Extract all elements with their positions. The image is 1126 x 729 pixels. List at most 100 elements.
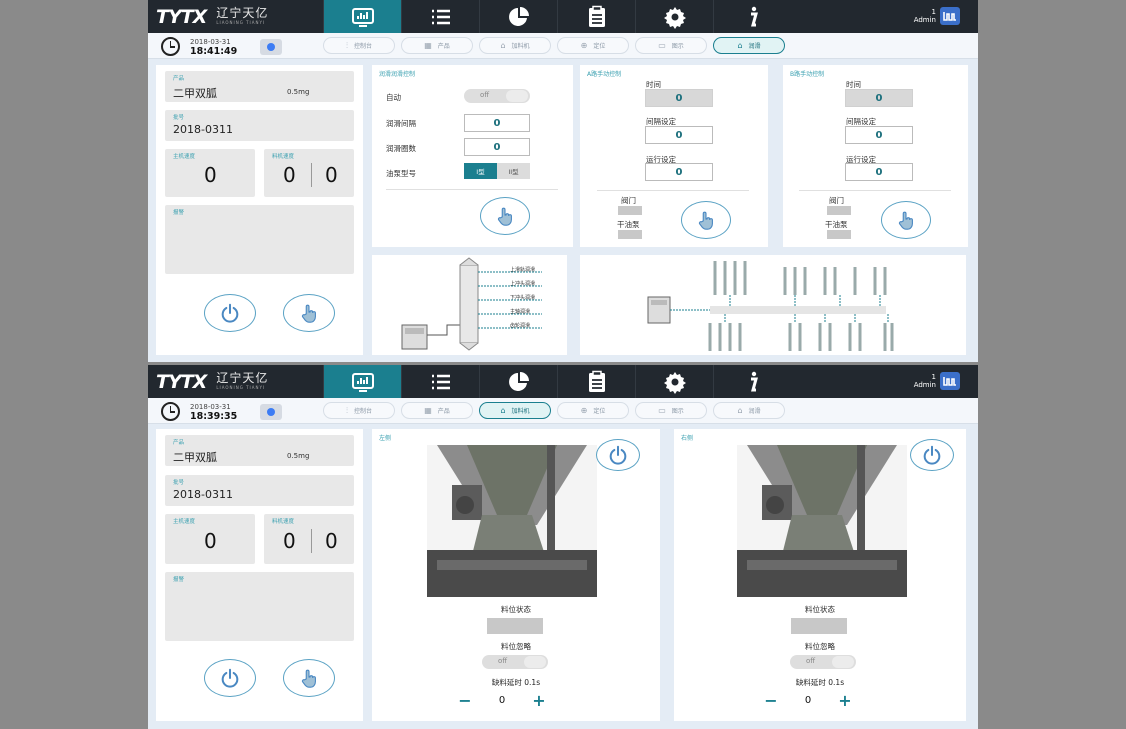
tab-console[interactable]: ⫶ 控制台	[323, 37, 395, 54]
tab-console[interactable]: ⫶ 控制台	[323, 402, 395, 419]
nav-records-button[interactable]	[557, 365, 635, 398]
batch-label: 批号	[173, 115, 185, 121]
nav-statistics-button[interactable]	[479, 0, 557, 33]
diagram-label: 上滑轨润滑	[510, 267, 536, 273]
right-feeder-panel: 右侧 料位状态 料位忽略 off 缺料延时 0.1s − 0 +	[674, 429, 966, 721]
feeder-hopper-image	[427, 445, 597, 597]
manual-a-interval-input[interactable]: 0	[645, 126, 713, 144]
left-feeder-panel: 左侧 料位状态 料位忽略 off 缺料延时 0.1s − 0 +	[372, 429, 660, 721]
gear-icon	[663, 371, 686, 394]
nav-list-button[interactable]	[401, 0, 479, 33]
left-feeder-power-button[interactable]	[596, 439, 640, 471]
power-icon	[221, 303, 239, 323]
manual-control-b-panel: B路手动控制 时间 0 间隔设定 0 运行设定 0 阀门 干油泵	[783, 65, 968, 247]
nav-dashboard-button[interactable]	[323, 365, 401, 398]
nav-info-button[interactable]	[713, 365, 791, 398]
main-speed-box: 主机速度 0	[165, 514, 255, 564]
nav-list-button[interactable]	[401, 365, 479, 398]
product-box: 产品 二甲双胍 0.5mg	[165, 71, 354, 102]
current-time: 18:41:49	[190, 46, 238, 57]
auto-toggle[interactable]: off	[464, 89, 530, 103]
manual-a-title: A路手动控制	[587, 71, 622, 78]
image-icon: ▭	[658, 406, 666, 415]
user-avatar-icon	[940, 7, 960, 25]
power-button[interactable]	[204, 294, 256, 332]
manual-b-valve-label: 阀门	[829, 196, 844, 205]
tab-diagram[interactable]: ▭ 图示	[635, 37, 707, 54]
pump-type-option-1[interactable]: I型	[464, 163, 497, 179]
tab-feeder[interactable]: ⌂ 加料机	[479, 37, 551, 54]
feeder-icon: ⌂	[500, 406, 506, 415]
alarm-box: 报警	[165, 572, 354, 641]
minus-icon[interactable]: −	[456, 691, 474, 710]
lubrication-screen: TYTX 辽宁天亿 LIAONING TIANYI 1 Admin 2018-0…	[148, 0, 978, 362]
info-icon	[750, 371, 758, 391]
nav-settings-button[interactable]	[635, 0, 713, 33]
batch-box: 批号 2018-0311	[165, 475, 354, 506]
right-feeder-power-button[interactable]	[910, 439, 954, 471]
main-speed-label: 主机速度	[173, 154, 196, 160]
user-account[interactable]: 1 Admin	[914, 372, 960, 390]
left-level-status-indicator	[487, 618, 543, 634]
nav-settings-button[interactable]	[635, 365, 713, 398]
manual-b-pump-label: 干油泵	[825, 220, 848, 229]
main-speed-box: 主机速度 0	[165, 149, 255, 197]
position-icon: ⊕	[580, 406, 588, 415]
left-delay-value: 0	[498, 694, 506, 706]
clock-icon	[161, 402, 180, 421]
manual-a-touch-button[interactable]	[681, 201, 731, 239]
manual-b-title: B路手动控制	[790, 71, 825, 78]
tab-product[interactable]: ▦ 产品	[401, 37, 473, 54]
power-icon	[923, 445, 941, 465]
plus-icon[interactable]: +	[836, 691, 854, 710]
diagram-label: 下冲头润滑	[510, 295, 536, 301]
right-delay-value: 0	[804, 694, 812, 706]
logo-company-name: 辽宁天亿	[216, 371, 269, 385]
tab-diagram[interactable]: ▭ 图示	[635, 402, 707, 419]
tab-lubrication[interactable]: ⌂ 润滑	[713, 37, 785, 54]
right-level-mask-toggle[interactable]: off	[790, 655, 856, 669]
logo-company-name: 辽宁天亿	[216, 6, 269, 20]
feed-speed-box: 料机速度 0 0	[264, 149, 354, 197]
alarm-label: 报警	[173, 210, 185, 216]
count-input[interactable]: 0	[464, 138, 530, 156]
logo-mark: TYTX	[156, 5, 207, 28]
count-label: 润滑圈数	[386, 144, 416, 153]
nav-statistics-button[interactable]	[479, 365, 557, 398]
manual-b-touch-button[interactable]	[881, 201, 931, 239]
manual-b-interval-input[interactable]: 0	[845, 126, 913, 144]
manual-b-run-input[interactable]: 0	[845, 163, 913, 181]
tab-lubrication[interactable]: ⌂ 润滑	[713, 402, 785, 419]
lubrication-distribution-diagram	[580, 255, 966, 355]
manual-touch-button[interactable]	[283, 294, 335, 332]
pump-type-selector[interactable]: I型 II型	[464, 163, 530, 179]
nav-dashboard-button[interactable]	[323, 0, 401, 33]
divider	[386, 189, 558, 190]
manual-touch-button[interactable]	[283, 659, 335, 697]
nav-info-button[interactable]	[713, 0, 791, 33]
dashboard-monitor-icon	[351, 7, 374, 27]
manual-a-time-value: 0	[645, 89, 713, 107]
auto-label: 自动	[386, 93, 401, 102]
tab-feeder[interactable]: ⌂ 加料机	[479, 402, 551, 419]
left-delay-stepper: − 0 +	[456, 691, 548, 710]
left-level-mask-toggle[interactable]: off	[482, 655, 548, 669]
right-level-status-label: 料位状态	[805, 605, 835, 614]
feed-speed-a-value: 0	[283, 529, 296, 553]
tab-product[interactable]: ▦ 产品	[401, 402, 473, 419]
user-account[interactable]: 1 Admin	[914, 7, 960, 25]
interval-input[interactable]: 0	[464, 114, 530, 132]
grid-icon: ▦	[424, 41, 432, 50]
top-nav-bar: TYTX 辽宁天亿 LIAONING TIANYI 1 Admin	[148, 365, 978, 398]
tab-position[interactable]: ⊕ 定位	[557, 37, 629, 54]
tab-position[interactable]: ⊕ 定位	[557, 402, 629, 419]
plus-icon[interactable]: +	[530, 691, 548, 710]
minus-icon[interactable]: −	[762, 691, 780, 710]
lubrication-touch-button[interactable]	[480, 197, 530, 235]
main-speed-label: 主机速度	[173, 519, 196, 525]
power-button[interactable]	[204, 659, 256, 697]
manual-a-run-input[interactable]: 0	[645, 163, 713, 181]
grid-icon: ▦	[424, 406, 432, 415]
nav-records-button[interactable]	[557, 0, 635, 33]
pump-type-option-2[interactable]: II型	[497, 163, 530, 179]
